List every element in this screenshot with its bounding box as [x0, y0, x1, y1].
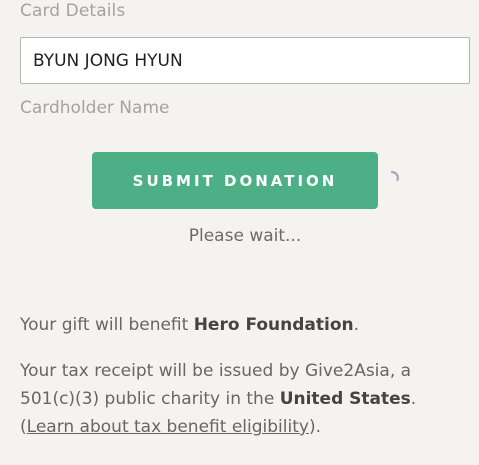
organization-name: Hero Foundation [193, 315, 354, 335]
loading-spinner-icon [390, 170, 399, 182]
country-name: United States [279, 389, 411, 409]
receipt-suffix: ). [308, 417, 321, 437]
submit-donation-button[interactable]: SUBMIT DONATION [92, 152, 378, 209]
tax-receipt-paragraph: Your tax receipt will be issued by Give2… [20, 357, 460, 441]
cardholder-name-input[interactable] [20, 37, 470, 84]
tax-eligibility-link[interactable]: Learn about tax benefit eligibility [27, 417, 309, 437]
benefit-suffix: . [353, 315, 360, 335]
benefit-text: Your gift will benefit [20, 315, 194, 335]
cardholder-name-label: Cardholder Name [20, 98, 170, 118]
please-wait-status: Please wait... [188, 226, 302, 246]
card-details-heading: Card Details [20, 1, 126, 21]
benefit-paragraph: Your gift will benefit Hero Foundation. [20, 311, 460, 339]
